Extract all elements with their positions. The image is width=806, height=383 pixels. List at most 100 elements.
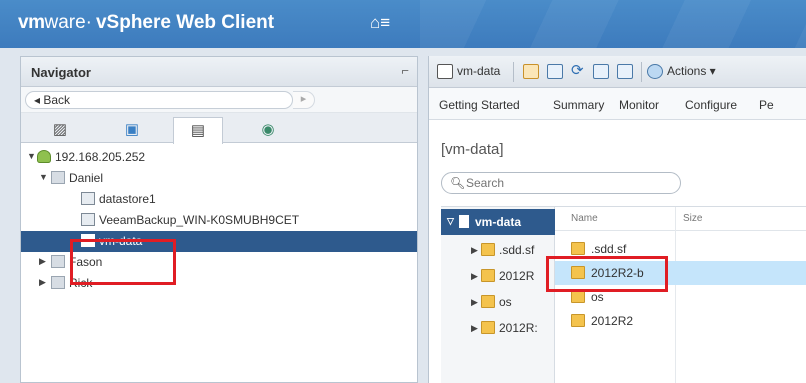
manage-icon[interactable] xyxy=(617,64,633,79)
datastore-icon xyxy=(81,192,95,205)
file-name: 2012R2 xyxy=(591,314,634,328)
folder-icon xyxy=(481,243,495,256)
tree-item-host[interactable]: ▼ 192.168.205.252 xyxy=(21,147,417,168)
expand-caret-icon[interactable]: ▶ xyxy=(39,256,46,267)
datastore-icon xyxy=(437,64,453,79)
folder-icon xyxy=(481,321,495,334)
brand-ware: ware· xyxy=(44,12,92,33)
tree-item-vm-data[interactable]: vm-data xyxy=(21,231,417,252)
tab-monitor[interactable]: Monitor xyxy=(619,98,659,112)
file-row[interactable]: 2012R2 xyxy=(555,309,806,333)
folder-icon xyxy=(571,242,585,255)
tree-item-label: Rick xyxy=(69,276,93,290)
object-toolbar: vm-data ⟳ Actions ▾ xyxy=(429,56,806,88)
datastore-browser: ▽ vm-data ▶ .sdd.sf ▶ 2012R ▶ os ▶ 2012R… xyxy=(441,206,806,383)
column-header-size[interactable]: Size xyxy=(683,213,702,224)
file-name: .sdd.sf xyxy=(591,242,627,256)
folder-tree-item[interactable]: ▶ os xyxy=(441,291,555,313)
refresh-icon[interactable]: ⟳ xyxy=(571,61,587,79)
tab-getting-started[interactable]: Getting Started xyxy=(439,98,520,112)
expand-caret-icon[interactable]: ▶ xyxy=(39,277,46,288)
app-brand: vmware· vSphere Web Client xyxy=(18,12,274,34)
file-row[interactable]: .sdd.sf xyxy=(555,237,806,261)
tree-item-veeambackup[interactable]: VeeamBackup_WIN-K0SMUBH9CET xyxy=(21,210,417,231)
tree-item-datastore1[interactable]: datastore1 xyxy=(21,189,417,210)
folder-tree-item[interactable]: ▶ 2012R: xyxy=(441,317,555,339)
file-name: 2012R2-b xyxy=(591,266,644,280)
tab-networking[interactable]: ◉ xyxy=(243,117,293,143)
object-title: vm-data xyxy=(457,64,501,78)
folder-tree-label: 2012R: xyxy=(499,321,538,335)
tab-permissions[interactable]: Pe xyxy=(759,98,774,112)
expand-caret-icon[interactable]: ▼ xyxy=(27,151,36,161)
folder-tree-label: .sdd.sf xyxy=(499,243,535,257)
storage-icon: ▤ xyxy=(190,122,206,139)
folder-tree-label: 2012R xyxy=(499,269,535,283)
register-vm-icon[interactable] xyxy=(547,64,563,79)
home-menu-icon[interactable]: ⌂≡ xyxy=(370,13,390,33)
tab-hosts-clusters[interactable]: ▨ xyxy=(35,117,85,143)
expand-caret-icon[interactable]: ▶ xyxy=(471,297,478,308)
tree-item-label: Fason xyxy=(69,255,103,269)
object-tabs: Getting Started Summary Monitor Configur… xyxy=(429,88,806,120)
actions-menu[interactable]: Actions ▾ xyxy=(667,64,716,78)
navigator-title: Navigator xyxy=(31,65,91,80)
search-box[interactable]: 🔍︎ xyxy=(441,172,681,194)
pin-icon[interactable]: ⌐ xyxy=(401,63,409,78)
tree-item-datacenter-fason[interactable]: ▶ Fason xyxy=(21,252,417,273)
folder-icon xyxy=(571,290,585,303)
tab-storage[interactable]: ▤ xyxy=(173,117,223,144)
toolbar-separator xyxy=(641,62,642,82)
back-button[interactable]: ◂ Back xyxy=(25,91,293,109)
navigator-tabs: ▨ ▣ ▤ ◉ xyxy=(21,113,417,144)
networking-icon: ◉ xyxy=(261,121,275,138)
toolbar-separator xyxy=(513,62,514,82)
folder-tree-label: os xyxy=(499,295,512,309)
datacenter-icon xyxy=(51,171,65,184)
file-row-selected[interactable]: 2012R2-b xyxy=(555,261,806,285)
search-input[interactable] xyxy=(466,175,666,191)
tree-item-datacenter-rick[interactable]: ▶ Rick xyxy=(21,273,417,294)
expand-caret-icon[interactable]: ▼ xyxy=(39,172,48,182)
folder-tree-item[interactable]: ▶ .sdd.sf xyxy=(441,239,555,261)
tree-item-label: Daniel xyxy=(69,171,104,185)
folder-icon xyxy=(571,314,585,327)
tree-item-datacenter-daniel[interactable]: ▼ Daniel xyxy=(21,168,417,189)
datastore-icon xyxy=(459,215,469,228)
tab-summary[interactable]: Summary xyxy=(553,98,604,112)
host-icon xyxy=(37,150,51,163)
tree-item-label: VeeamBackup_WIN-K0SMUBH9CET xyxy=(99,213,300,227)
inventory-tree: ▼ 192.168.205.252 ▼ Daniel datastore1 Ve… xyxy=(21,143,417,381)
column-header-name[interactable]: Name xyxy=(571,213,598,224)
datastore-icon xyxy=(81,213,95,226)
vms-templates-icon: ▣ xyxy=(124,121,140,138)
tree-item-label: datastore1 xyxy=(99,192,156,206)
tab-vms-templates[interactable]: ▣ xyxy=(107,117,157,143)
tab-configure[interactable]: Configure xyxy=(685,98,737,112)
file-name: os xyxy=(591,290,604,304)
folder-icon xyxy=(571,266,585,279)
forward-button[interactable]: ▸ xyxy=(293,91,315,109)
datacenter-icon xyxy=(51,255,65,268)
file-row[interactable]: os xyxy=(555,285,806,309)
expand-caret-icon[interactable]: ▶ xyxy=(471,323,478,334)
folder-tree-root[interactable]: ▽ vm-data xyxy=(441,209,555,235)
expand-caret-icon[interactable]: ▶ xyxy=(471,245,478,256)
file-list: Name Size .sdd.sf 2012R2-b os 2012R2 xyxy=(555,207,806,383)
folder-tree-item[interactable]: ▶ 2012R xyxy=(441,265,555,287)
search-icon: 🔍︎ xyxy=(450,176,466,190)
browse-files-icon[interactable] xyxy=(523,64,539,79)
folder-tree: ▽ vm-data ▶ .sdd.sf ▶ 2012R ▶ os ▶ 2012R… xyxy=(441,207,555,383)
navigator-header: Navigator ⌐ xyxy=(21,57,417,87)
file-list-header: Name Size xyxy=(555,207,806,231)
hosts-clusters-icon: ▨ xyxy=(52,121,68,138)
header-decoration xyxy=(420,0,806,48)
expand-caret-icon[interactable]: ▶ xyxy=(471,271,478,282)
tree-item-label: 192.168.205.252 xyxy=(55,150,146,164)
main-pane: vm-data ⟳ Actions ▾ Getting Started Summ… xyxy=(428,56,806,383)
increase-capacity-icon[interactable] xyxy=(593,64,609,79)
navigator-panel: Navigator ⌐ ◂ Back ▸ ▨ ▣ ▤ ◉ ▼ 192.168.2… xyxy=(20,56,418,383)
folder-icon xyxy=(481,269,495,282)
expand-caret-icon[interactable]: ▽ xyxy=(447,216,454,227)
actions-gear-icon[interactable] xyxy=(647,64,663,79)
